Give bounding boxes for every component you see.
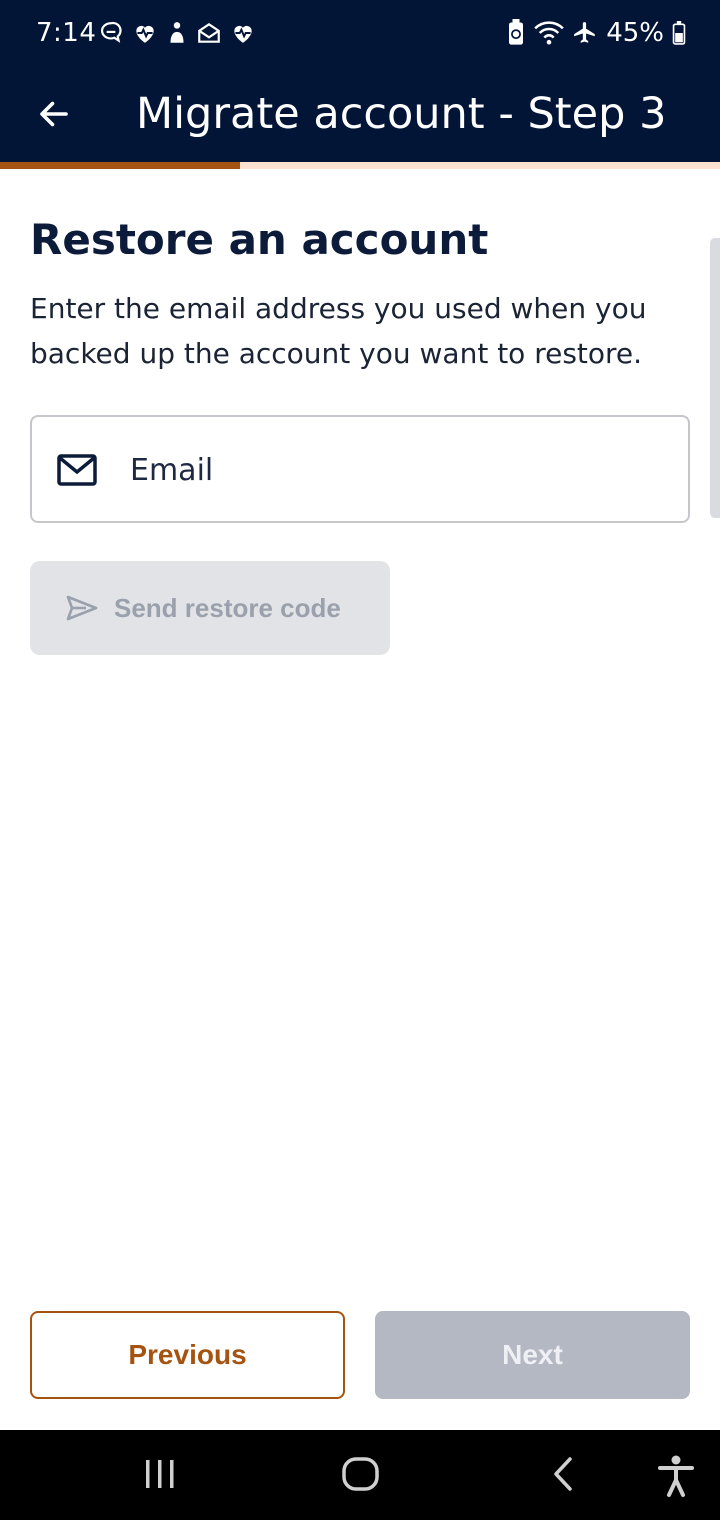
heart-pulse-icon bbox=[136, 25, 154, 43]
figure-icon bbox=[170, 22, 184, 43]
heart-pulse-icon bbox=[234, 25, 252, 43]
email-input[interactable] bbox=[128, 437, 662, 503]
status-notification-icons bbox=[98, 20, 256, 46]
step-progress-bar bbox=[0, 162, 720, 169]
page-title: Migrate account - Step 3 bbox=[136, 89, 667, 139]
section-description: Enter the email address you used when yo… bbox=[30, 292, 647, 370]
battery-percentage: 45% bbox=[606, 18, 664, 48]
back-icon[interactable] bbox=[548, 1454, 578, 1494]
home-icon[interactable] bbox=[340, 1454, 382, 1494]
battery-icon bbox=[672, 21, 686, 45]
status-time: 7:14 bbox=[36, 18, 97, 48]
send-restore-code-label: Send restore code bbox=[114, 592, 341, 623]
recent-apps-icon[interactable] bbox=[142, 1454, 178, 1494]
send-icon bbox=[66, 595, 98, 621]
previous-button[interactable]: Previous bbox=[30, 1311, 345, 1399]
accessibility-icon[interactable] bbox=[656, 1454, 696, 1498]
section-heading: Restore an account bbox=[30, 215, 489, 264]
next-button[interactable]: Next bbox=[375, 1311, 690, 1399]
status-system-icons: 45% bbox=[506, 18, 686, 48]
arrow-left-icon bbox=[40, 101, 68, 127]
back-button[interactable] bbox=[22, 82, 86, 146]
app-bar: Migrate account - Step 3 bbox=[0, 68, 720, 162]
recycle-battery-icon bbox=[509, 19, 524, 45]
status-bar: 7:14 45% bbox=[0, 0, 720, 68]
wifi-icon bbox=[534, 21, 564, 45]
system-nav-bar bbox=[0, 1430, 720, 1520]
step-progress-fill bbox=[0, 162, 240, 169]
airplane-icon bbox=[574, 22, 595, 43]
email-field[interactable] bbox=[30, 415, 690, 523]
send-restore-code-button[interactable]: Send restore code bbox=[30, 561, 390, 655]
scrollbar[interactable] bbox=[710, 238, 720, 518]
mail-icon bbox=[57, 454, 97, 486]
mail-open-icon bbox=[198, 23, 220, 43]
chat-icon bbox=[101, 21, 122, 43]
